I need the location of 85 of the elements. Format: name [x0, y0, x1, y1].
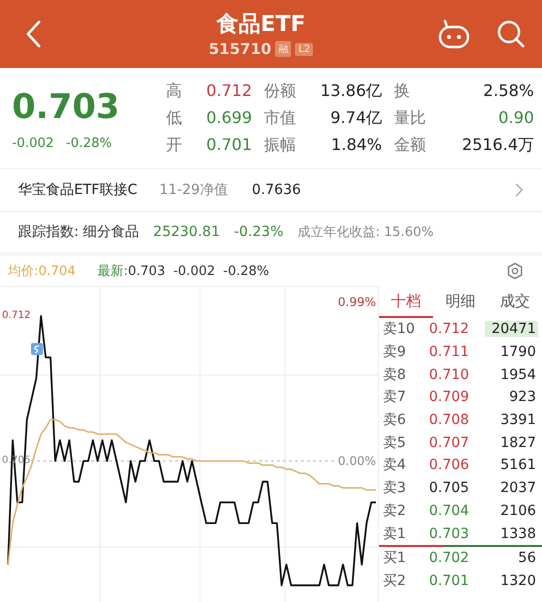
latest-change: -0.002 — [173, 264, 216, 278]
fund-name: 华宝食品ETF联接C — [18, 181, 138, 199]
base-percent-label: 0.00% — [338, 454, 376, 468]
order-volume: 20471 — [485, 321, 538, 338]
latest-percent: -0.28% — [223, 264, 270, 278]
order-price: 0.702 — [429, 550, 470, 566]
nav-value: 0.7636 — [252, 182, 301, 198]
stat-label: 份额 — [264, 80, 297, 102]
order-volume: 2106 — [499, 502, 537, 519]
order-volume: 1338 — [499, 526, 537, 542]
level-label: 买1 — [383, 549, 407, 568]
level-label: 卖9 — [383, 343, 407, 362]
level-label: 卖10 — [383, 320, 416, 338]
chevron-right-icon — [514, 182, 524, 198]
order-volume: 5161 — [499, 457, 537, 474]
stock-title: 食品ETF — [216, 11, 306, 39]
tag-label: 融 — [275, 41, 292, 57]
stat-value: 2.58% — [482, 80, 534, 102]
order-price: 0.706 — [429, 457, 470, 474]
order-price: 0.710 — [429, 366, 470, 383]
order-volume: 2037 — [499, 480, 537, 496]
level-label: 卖7 — [383, 388, 407, 406]
annual-return: 成立年化收益: 15.60% — [298, 224, 434, 241]
order-book-tab[interactable]: 明细 — [433, 286, 488, 318]
stat-label: 振幅 — [264, 134, 297, 156]
marker-icon — [31, 343, 43, 355]
current-price: 0.703 — [12, 86, 121, 128]
stock-code: 515710 — [208, 40, 272, 58]
level-label: 卖3 — [383, 479, 407, 498]
order-price: 0.703 — [429, 526, 470, 542]
robot-icon[interactable] — [438, 19, 470, 49]
stat-value: 13.86亿 — [319, 80, 383, 102]
latest-label: 最新: — [98, 263, 128, 280]
high-percent-label: 0.99% — [338, 295, 376, 309]
order-volume: 1954 — [499, 366, 537, 383]
nav-label: 11-29净值 — [159, 181, 228, 199]
order-volume: 56 — [517, 550, 537, 566]
level-label: 卖5 — [383, 434, 407, 452]
price-change: -0.002 — [12, 136, 54, 150]
level-label: 卖2 — [383, 502, 407, 520]
stat-label: 量比 — [394, 108, 427, 128]
stat-value: 0.90 — [497, 108, 534, 128]
order-volume: 1790 — [499, 344, 537, 360]
stat-value: 0.699 — [205, 108, 253, 128]
fund-link-row[interactable]: 华宝食品ETF联接C 11-29净值 0.7636 — [0, 169, 542, 212]
level-label: 卖1 — [383, 524, 407, 543]
tag-label: L2 — [295, 42, 314, 56]
stat-label: 市值 — [264, 108, 297, 128]
index-value: 25230.81 — [153, 224, 220, 240]
order-volume: 1827 — [499, 434, 537, 451]
stat-label: 金额 — [394, 134, 427, 156]
level-label: 卖4 — [383, 456, 407, 474]
order-price: 0.711 — [429, 344, 470, 360]
order-price: 0.701 — [429, 572, 470, 589]
order-price: 0.707 — [429, 434, 470, 451]
latest-price: 0.703 — [128, 264, 166, 278]
level-label: 买2 — [383, 572, 407, 590]
stat-label: 换 — [394, 80, 411, 102]
stat-value: 0.712 — [205, 80, 253, 102]
order-price: 0.704 — [429, 502, 470, 519]
index-change: -0.23% — [234, 224, 284, 240]
stat-value: 2516.4万 — [461, 134, 534, 156]
stat-label: 开 — [166, 134, 183, 156]
order-price: 0.708 — [429, 412, 470, 428]
level-label: 卖8 — [383, 366, 407, 384]
order-volume: 1320 — [499, 572, 537, 589]
order-price: 0.712 — [429, 321, 470, 338]
percent-change: -0.28% — [66, 136, 112, 150]
settings-icon[interactable] — [506, 262, 524, 280]
order-book-tab[interactable]: 十档 — [379, 286, 434, 318]
axis-tick-label: 0.712 — [2, 309, 31, 323]
index-name: 跟踪指数: 细分食品 — [18, 223, 140, 241]
average-price: 均价:0.704 — [8, 263, 76, 280]
stat-value: 1.84% — [330, 134, 383, 156]
stat-value: 0.701 — [205, 134, 253, 156]
stat-value: 9.74亿 — [329, 108, 383, 128]
order-price: 0.705 — [429, 480, 470, 496]
stat-label: 高 — [166, 80, 183, 102]
level-label: 卖6 — [383, 411, 407, 430]
order-book-tab[interactable]: 成交 — [488, 286, 542, 318]
search-icon[interactable] — [496, 19, 526, 49]
order-volume: 3391 — [499, 412, 537, 428]
order-volume: 923 — [508, 389, 537, 406]
order-price: 0.709 — [429, 389, 470, 406]
stat-label: 低 — [166, 108, 183, 128]
